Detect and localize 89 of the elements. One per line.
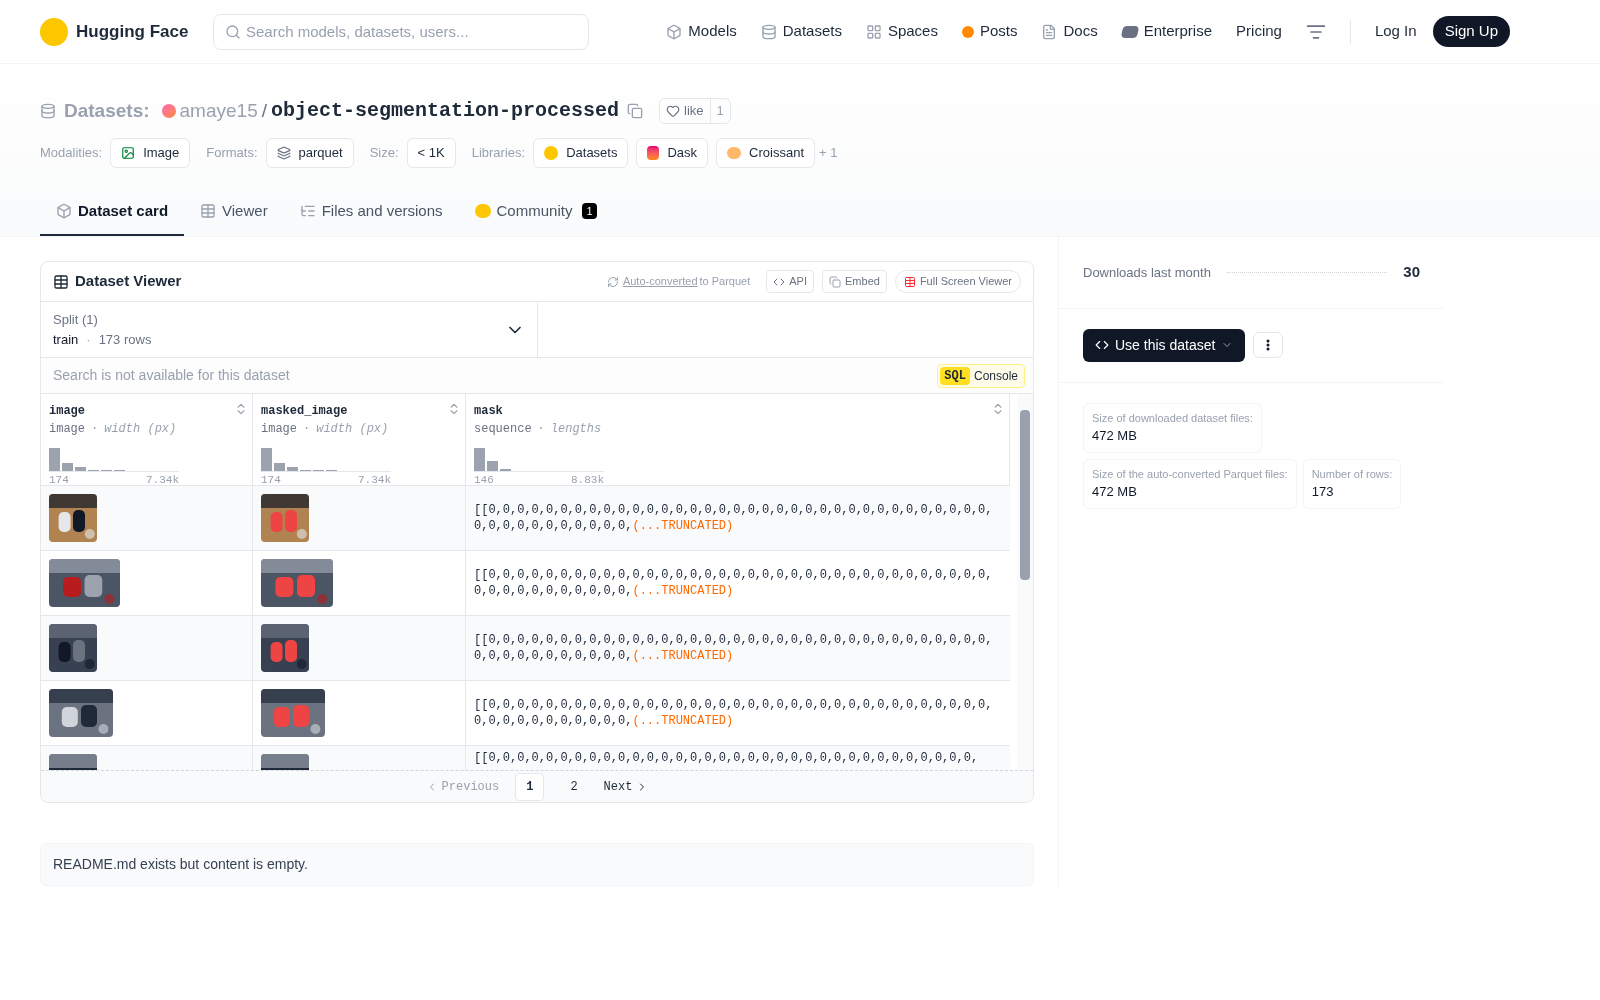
histogram-max: 8.83k	[571, 473, 604, 488]
like-button[interactable]: like 1	[659, 98, 731, 124]
tag-chip[interactable]: < 1K	[406, 138, 456, 168]
stat-card: Size of the auto-converted Parquet files: 472 MB	[1083, 458, 1297, 509]
histogram-min: 146	[474, 473, 494, 488]
tag-group-label: Formats:	[206, 144, 258, 162]
signup-button[interactable]: Sign Up	[1432, 16, 1510, 47]
column-type: image	[49, 421, 85, 438]
mask-value: [[0,0,0,0,0,0,0,0,0,0,0,0,0,0,0,0,0,0,0,0,0,0,0,0,0,0,0,0,0,0,0,0,0,0,	[474, 750, 979, 766]
table-icon	[53, 273, 69, 290]
code-icon	[1095, 338, 1109, 352]
histogram-min: 174	[49, 473, 69, 488]
layers-icon	[276, 145, 291, 160]
embed-button[interactable]: Embed	[822, 270, 887, 293]
login-link[interactable]: Log In	[1374, 20, 1417, 43]
tag-chip[interactable]: Dask	[636, 138, 709, 168]
column-type: sequence	[474, 421, 532, 438]
dataset-name: object-segmentation-processed	[271, 98, 620, 124]
next-link[interactable]: Next	[603, 777, 649, 796]
refresh-icon	[606, 275, 619, 288]
sql-console-button[interactable]: SQL Console	[937, 363, 1025, 388]
tab[interactable]: Viewer	[184, 187, 284, 236]
column-stat: width (px)	[316, 421, 389, 438]
count-badge: 1	[582, 202, 597, 219]
page-link[interactable]: 2	[560, 773, 588, 800]
brand-name[interactable]: Hugging Face	[76, 18, 189, 45]
column-stat: width (px)	[104, 421, 177, 438]
path-separator: /	[261, 98, 267, 123]
column-name: image	[49, 403, 85, 420]
column-name: mask	[474, 403, 503, 420]
search-icon	[225, 23, 241, 40]
nav-link[interactable]: Models	[666, 20, 737, 43]
histogram-max: 7.34k	[146, 473, 179, 488]
tag-chip[interactable]: Croissant	[716, 138, 815, 168]
separator-dot: ·	[303, 421, 311, 438]
tag-group-label: Libraries:	[471, 144, 526, 162]
section-label: Datasets:	[64, 98, 150, 123]
tag-group-label: Modalities:	[40, 144, 103, 162]
tag-chip[interactable]: Image	[110, 138, 191, 168]
column-name: masked_image	[261, 403, 348, 420]
column-stat: lengths	[550, 421, 602, 438]
heart-icon	[666, 104, 681, 118]
page-link[interactable]: 1	[515, 772, 545, 801]
downloads-count: 30	[1403, 262, 1420, 282]
table-icon	[903, 275, 916, 288]
use-dataset-button[interactable]: Use this dataset	[1083, 328, 1246, 362]
converted-text: to Parquet	[699, 274, 751, 290]
document-icon	[1041, 23, 1058, 40]
histogram-max: 7.34k	[358, 473, 391, 488]
more-button[interactable]	[1253, 332, 1284, 358]
tab[interactable]: Files and versions	[283, 187, 459, 236]
owner-avatar	[161, 104, 176, 118]
histogram-min: 174	[261, 473, 281, 488]
separator-dot: ·	[91, 421, 99, 438]
nav-link[interactable]: Pricing	[1236, 20, 1282, 43]
stat-card: Size of downloaded dataset files: 472 MB	[1083, 402, 1262, 453]
tag-chip[interactable]: parquet	[265, 138, 354, 168]
mask-value: [[0,0,0,0,0,0,0,0,0,0,0,0,0,0,0,0,0,0,0,0,0,0,0,0,0,0,0,0,0,0,0,0,0,0,0,0,0,0,0,0,0,0,0,0,0,0,(...TRUNCATED)	[474, 697, 994, 729]
image-icon	[121, 145, 136, 160]
tab[interactable]: Dataset card	[40, 187, 185, 236]
logo-icon[interactable]	[40, 17, 68, 46]
search-field[interactable]: Search models, datasets, users...	[213, 13, 589, 50]
more-icon	[1266, 339, 1271, 351]
copy-icon	[829, 275, 841, 288]
nav-link[interactable]: Docs	[1041, 20, 1098, 43]
copy-icon[interactable]	[627, 103, 644, 119]
nav-link[interactable]: Datasets	[760, 20, 842, 43]
mask-value: [[0,0,0,0,0,0,0,0,0,0,0,0,0,0,0,0,0,0,0,0,0,0,0,0,0,0,0,0,0,0,0,0,0,0,0,0,0,0,0,0,0,0,0,0,0,0,(...TRUNCATED)	[474, 567, 994, 599]
nav-link[interactable]: Spaces	[865, 20, 938, 43]
downloads-label: Downloads last month	[1083, 263, 1211, 282]
tab[interactable]: Community 1	[458, 187, 613, 236]
stat-card: Number of rows: 173	[1302, 458, 1402, 509]
api-button[interactable]: API	[766, 270, 814, 293]
scrollbar[interactable]	[1017, 394, 1033, 770]
readme-notice: README.md exists but content is empty.	[40, 843, 1034, 886]
mask-value: [[0,0,0,0,0,0,0,0,0,0,0,0,0,0,0,0,0,0,0,0,0,0,0,0,0,0,0,0,0,0,0,0,0,0,0,0,0,0,0,0,0,0,0,0,0,0,(...TRUNCATED)	[474, 502, 994, 534]
separator-dot: ·	[537, 421, 545, 438]
table-icon	[200, 202, 217, 219]
database-icon	[760, 23, 777, 40]
database-icon	[40, 103, 56, 119]
mask-value: [[0,0,0,0,0,0,0,0,0,0,0,0,0,0,0,0,0,0,0,0,0,0,0,0,0,0,0,0,0,0,0,0,0,0,0,0,0,0,0,0,0,0,0,0,0,0,(...TRUNCATED)	[474, 632, 994, 664]
viewer-title: Dataset Viewer	[75, 271, 182, 292]
grid-icon	[865, 23, 882, 40]
tag-group-label: Size:	[369, 144, 399, 162]
split-dropdown[interactable]: Split (1) train · 173 rows	[41, 302, 538, 357]
column-type: image	[261, 421, 297, 438]
nav-link[interactable]: Enterprise	[1121, 20, 1213, 43]
nav-link[interactable]: Posts	[961, 20, 1018, 43]
tag-chip[interactable]: Datasets	[533, 138, 629, 168]
